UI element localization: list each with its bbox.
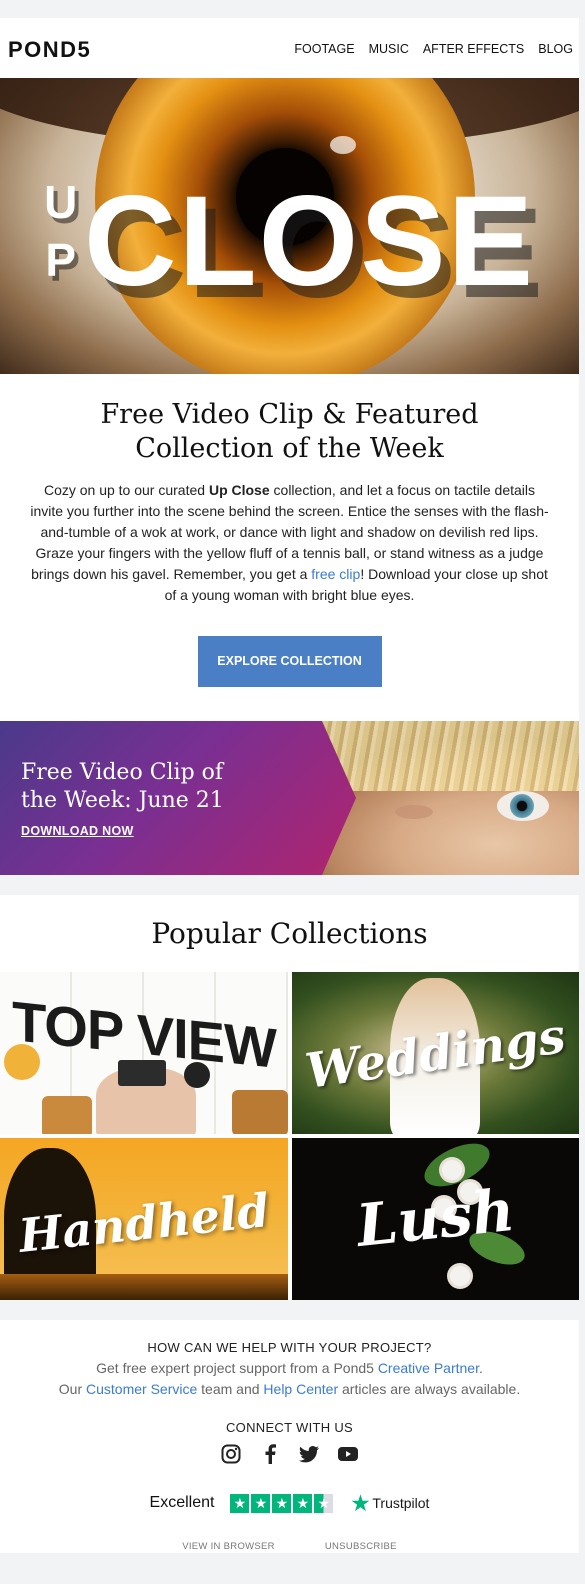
star-icon: ★: [293, 1493, 313, 1513]
closed-eye-shape: [395, 805, 433, 819]
popular-collections: Popular Collections TOP VIEW Weddings Ha…: [0, 895, 579, 1300]
blue-eye-shape: [497, 791, 549, 821]
twitter-icon[interactable]: [298, 1443, 320, 1465]
download-now-link[interactable]: DOWNLOAD NOW: [21, 824, 134, 838]
header: POND5 FOOTAGE MUSIC AFTER EFFECTS BLOG: [0, 18, 579, 78]
clip-title: Free Video Clip of the Week: June 21: [21, 760, 224, 813]
facebook-icon[interactable]: [259, 1443, 281, 1465]
tile-label-lush: Lush: [353, 1175, 518, 1261]
footer: HOW CAN WE HELP WITH YOUR PROJECT? Get f…: [0, 1320, 579, 1576]
bottom-background: [0, 1553, 585, 1584]
footer-links: VIEW IN BROWSER UNSUBSCRIBE: [0, 1541, 579, 1552]
section-gap-2: [0, 1300, 579, 1320]
top-nav: FOOTAGE MUSIC AFTER EFFECTS BLOG: [294, 42, 573, 56]
view-in-browser-link[interactable]: VIEW IN BROWSER: [182, 1541, 275, 1552]
half-star-icon: ★: [314, 1493, 334, 1513]
nav-footage[interactable]: FOOTAGE: [294, 42, 354, 56]
collections-grid: TOP VIEW Weddings Handheld Lush: [0, 972, 579, 1300]
help-line-1: Get free expert project support from a P…: [96, 1360, 483, 1376]
trustpilot-logo: ★ Trustpilot: [351, 1492, 430, 1515]
email-body: POND5 FOOTAGE MUSIC AFTER EFFECTS BLOG U…: [0, 18, 579, 1576]
trustpilot-star-icon: ★: [351, 1492, 370, 1515]
help-title: HOW CAN WE HELP WITH YOUR PROJECT?: [147, 1340, 432, 1355]
star-icon: ★: [272, 1493, 292, 1513]
connect-title: CONNECT WITH US: [225, 1420, 354, 1435]
trust-rating-label: Excellent: [149, 1494, 215, 1511]
collection-weddings[interactable]: Weddings: [292, 972, 579, 1134]
collection-handheld[interactable]: Handheld: [0, 1138, 288, 1300]
nav-music[interactable]: MUSIC: [369, 42, 409, 56]
instagram-icon[interactable]: [220, 1443, 242, 1465]
social-links: [0, 1443, 579, 1465]
intro-section: Free Video Clip & Featured Collection of…: [0, 374, 579, 721]
explore-collection-button[interactable]: EXPLORE COLLECTION: [197, 636, 382, 687]
clip-of-week-banner[interactable]: Free Video Clip of the Week: June 21 DOW…: [0, 721, 579, 875]
nav-after-effects[interactable]: AFTER EFFECTS: [423, 42, 524, 56]
hero-banner[interactable]: UP CLOSE: [0, 78, 579, 374]
hair-strands: [310, 721, 579, 791]
eye-glare: [330, 136, 356, 154]
star-icon: ★: [251, 1493, 271, 1513]
collection-top-view[interactable]: TOP VIEW: [0, 972, 288, 1134]
pond5-logo[interactable]: POND5: [8, 37, 91, 63]
star-icon: ★: [230, 1493, 250, 1513]
free-clip-link[interactable]: free clip: [311, 566, 360, 582]
nav-blog[interactable]: BLOG: [538, 42, 573, 56]
hero-word-close: CLOSE: [84, 170, 535, 313]
popular-title: Popular Collections: [151, 917, 428, 950]
trust-stars: ★ ★ ★ ★ ★: [230, 1493, 334, 1513]
intro-text: Cozy on up to our curated Up Close colle…: [30, 482, 549, 603]
intro-title: Free Video Clip & Featured Collection of…: [100, 399, 479, 464]
youtube-icon[interactable]: [337, 1443, 359, 1465]
unsubscribe-link[interactable]: UNSUBSCRIBE: [325, 1541, 397, 1552]
help-center-link[interactable]: Help Center: [263, 1381, 338, 1397]
section-gap: [0, 875, 579, 895]
trustpilot-rating[interactable]: Excellent ★ ★ ★ ★ ★ ★ Trustpilot: [0, 1491, 579, 1515]
hero-word-up: UP: [34, 176, 87, 292]
collection-lush[interactable]: Lush: [292, 1138, 579, 1300]
help-line-2: Our Customer Service team and Help Cente…: [58, 1381, 521, 1397]
creative-partner-link[interactable]: Creative Partner: [378, 1360, 479, 1376]
customer-service-link[interactable]: Customer Service: [86, 1381, 197, 1397]
